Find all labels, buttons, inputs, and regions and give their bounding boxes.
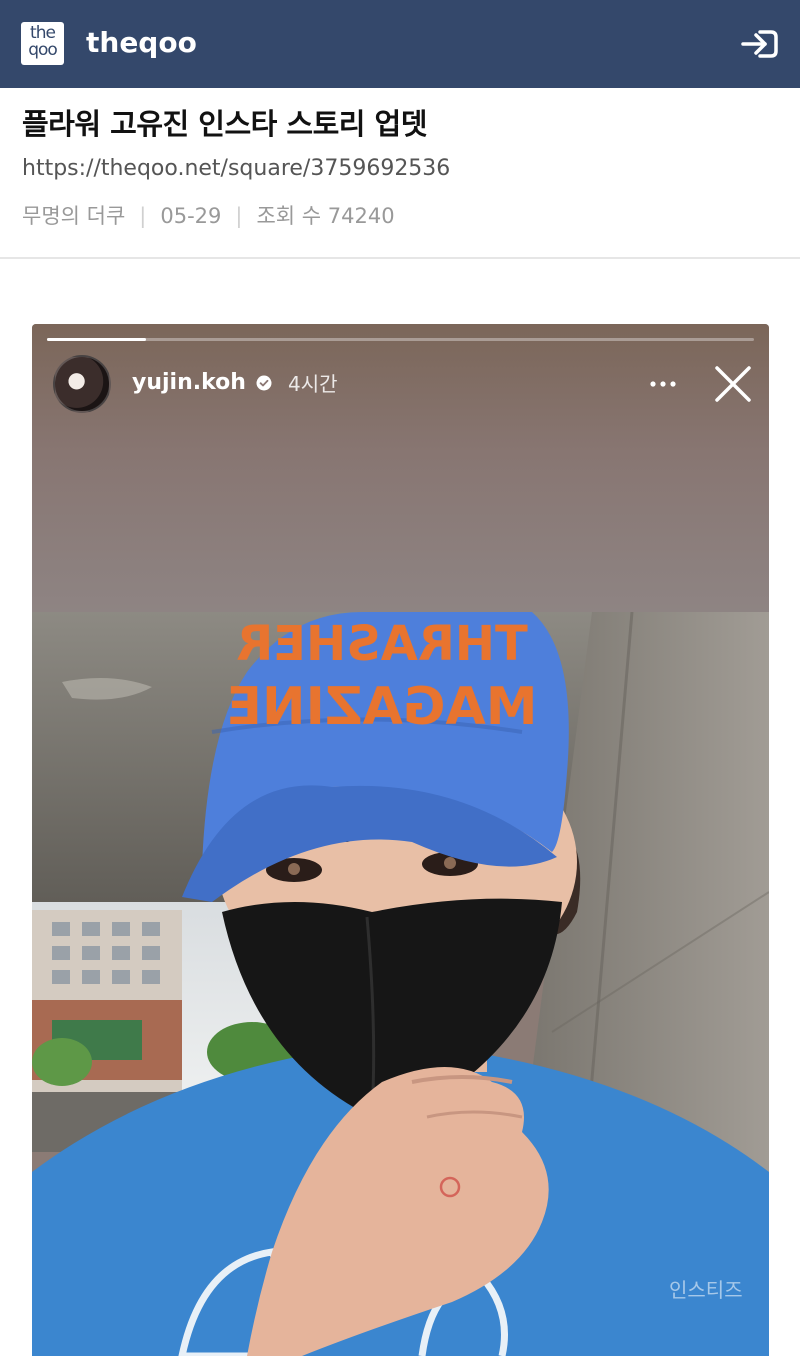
close-story-button[interactable]	[713, 364, 753, 404]
selfie-photo: THRASHER MAGAZINE	[32, 612, 769, 1356]
more-options-button[interactable]	[646, 370, 680, 398]
views-count: 74240	[327, 204, 395, 228]
post-url[interactable]: https://theqoo.net/square/3759692536	[22, 153, 450, 185]
story-image: yujin.koh 4시간 THRASHER MAGAZINE 인스티즈	[32, 324, 769, 1356]
cap-text-top: THRASHER	[236, 616, 528, 672]
login-button[interactable]	[738, 26, 780, 62]
post-meta: 무명의 더쿠 | 05-29 | 조회 수 74240	[22, 200, 395, 232]
post-date: 05-29	[160, 204, 222, 228]
watermark-text: 인스티즈	[669, 1278, 743, 1302]
post-title: 플라워 고유진 인스타 스토리 업뎃	[22, 107, 427, 141]
meta-separator: |	[235, 204, 243, 228]
meta-separator: |	[139, 204, 147, 228]
story-progress-fill	[47, 338, 146, 341]
verified-badge-icon	[256, 375, 272, 391]
theqoo-logo[interactable]: the qoo	[21, 22, 64, 65]
logo-text-bottom: qoo	[28, 40, 58, 60]
views-label: 조회 수	[256, 204, 322, 228]
brand-name[interactable]: theqoo	[86, 24, 197, 62]
cap-text-bottom: MAGAZINE	[226, 677, 537, 737]
more-dots-icon	[650, 381, 676, 387]
top-navigation-bar: the qoo theqoo	[0, 0, 800, 88]
story-time: 4시간	[288, 372, 338, 396]
login-arrow-icon	[741, 30, 778, 58]
close-icon	[715, 366, 751, 402]
avatar[interactable]	[53, 355, 111, 413]
post-author: 무명의 더쿠	[22, 204, 126, 228]
story-username[interactable]: yujin.koh	[132, 368, 246, 398]
header-divider	[0, 257, 800, 259]
story-progress-bar	[47, 338, 754, 341]
